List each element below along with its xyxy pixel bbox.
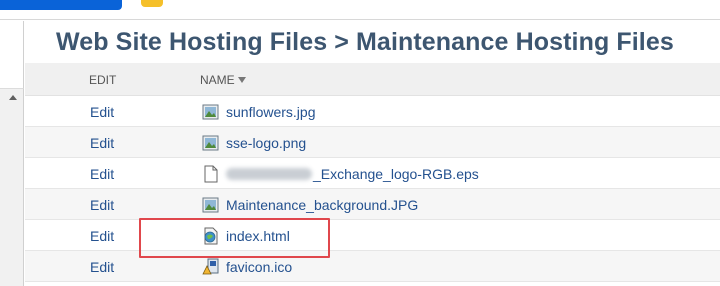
edit-link[interactable]: Edit — [90, 135, 114, 151]
file-name-link[interactable]: _Exchange_logo-RGB.eps — [226, 166, 479, 182]
folder-button[interactable] — [141, 0, 163, 7]
left-scrollbar[interactable] — [0, 88, 24, 286]
image-file-icon — [202, 135, 219, 151]
table-row: Edit _Exchange_logo-RGB.eps — [25, 158, 720, 189]
table-row: Edit sse-logo.png — [25, 127, 720, 158]
edit-link[interactable]: Edit — [90, 166, 114, 182]
edit-link[interactable]: Edit — [90, 228, 114, 244]
column-header-edit: EDIT — [89, 73, 117, 87]
file-name-link[interactable]: sunflowers.jpg — [226, 104, 316, 120]
page: Web Site Hosting Files > Maintenance Hos… — [0, 0, 720, 286]
edit-link[interactable]: Edit — [90, 197, 114, 213]
file-name-link[interactable]: Maintenance_background.JPG — [226, 197, 418, 213]
column-header-name[interactable]: NAME — [200, 73, 246, 87]
page-title: Web Site Hosting Files > Maintenance Hos… — [56, 28, 674, 56]
scroll-up-arrow-icon[interactable] — [9, 95, 17, 100]
edit-link[interactable]: Edit — [90, 259, 114, 275]
file-name-link[interactable]: favicon.ico — [226, 259, 292, 275]
table-row: Edit favicon.ico — [25, 251, 720, 282]
file-name-link[interactable]: sse-logo.png — [226, 135, 306, 151]
image-file-icon — [202, 104, 219, 120]
table-row: Edit sunflowers.jpg — [25, 96, 720, 127]
redacted-text — [226, 168, 312, 180]
highlight-box — [139, 218, 330, 258]
top-toolbar — [0, 0, 720, 20]
sort-descending-icon[interactable] — [237, 77, 246, 83]
files-table: EDIT NAME Edit sunflowers.jpg Edit sse-l… — [25, 63, 720, 282]
file-name-text: _Exchange_logo-RGB.eps — [313, 166, 479, 182]
column-header-name-label: NAME — [200, 73, 235, 87]
blank-file-icon — [204, 165, 218, 183]
table-row: Edit Maintenance_background.JPG — [25, 189, 720, 220]
edit-link[interactable]: Edit — [90, 104, 114, 120]
image-file-icon — [202, 197, 219, 213]
primary-button[interactable] — [0, 0, 122, 10]
ico-file-icon — [202, 258, 219, 275]
table-row: Edit index.html — [25, 220, 720, 251]
table-header: EDIT NAME — [25, 63, 720, 96]
